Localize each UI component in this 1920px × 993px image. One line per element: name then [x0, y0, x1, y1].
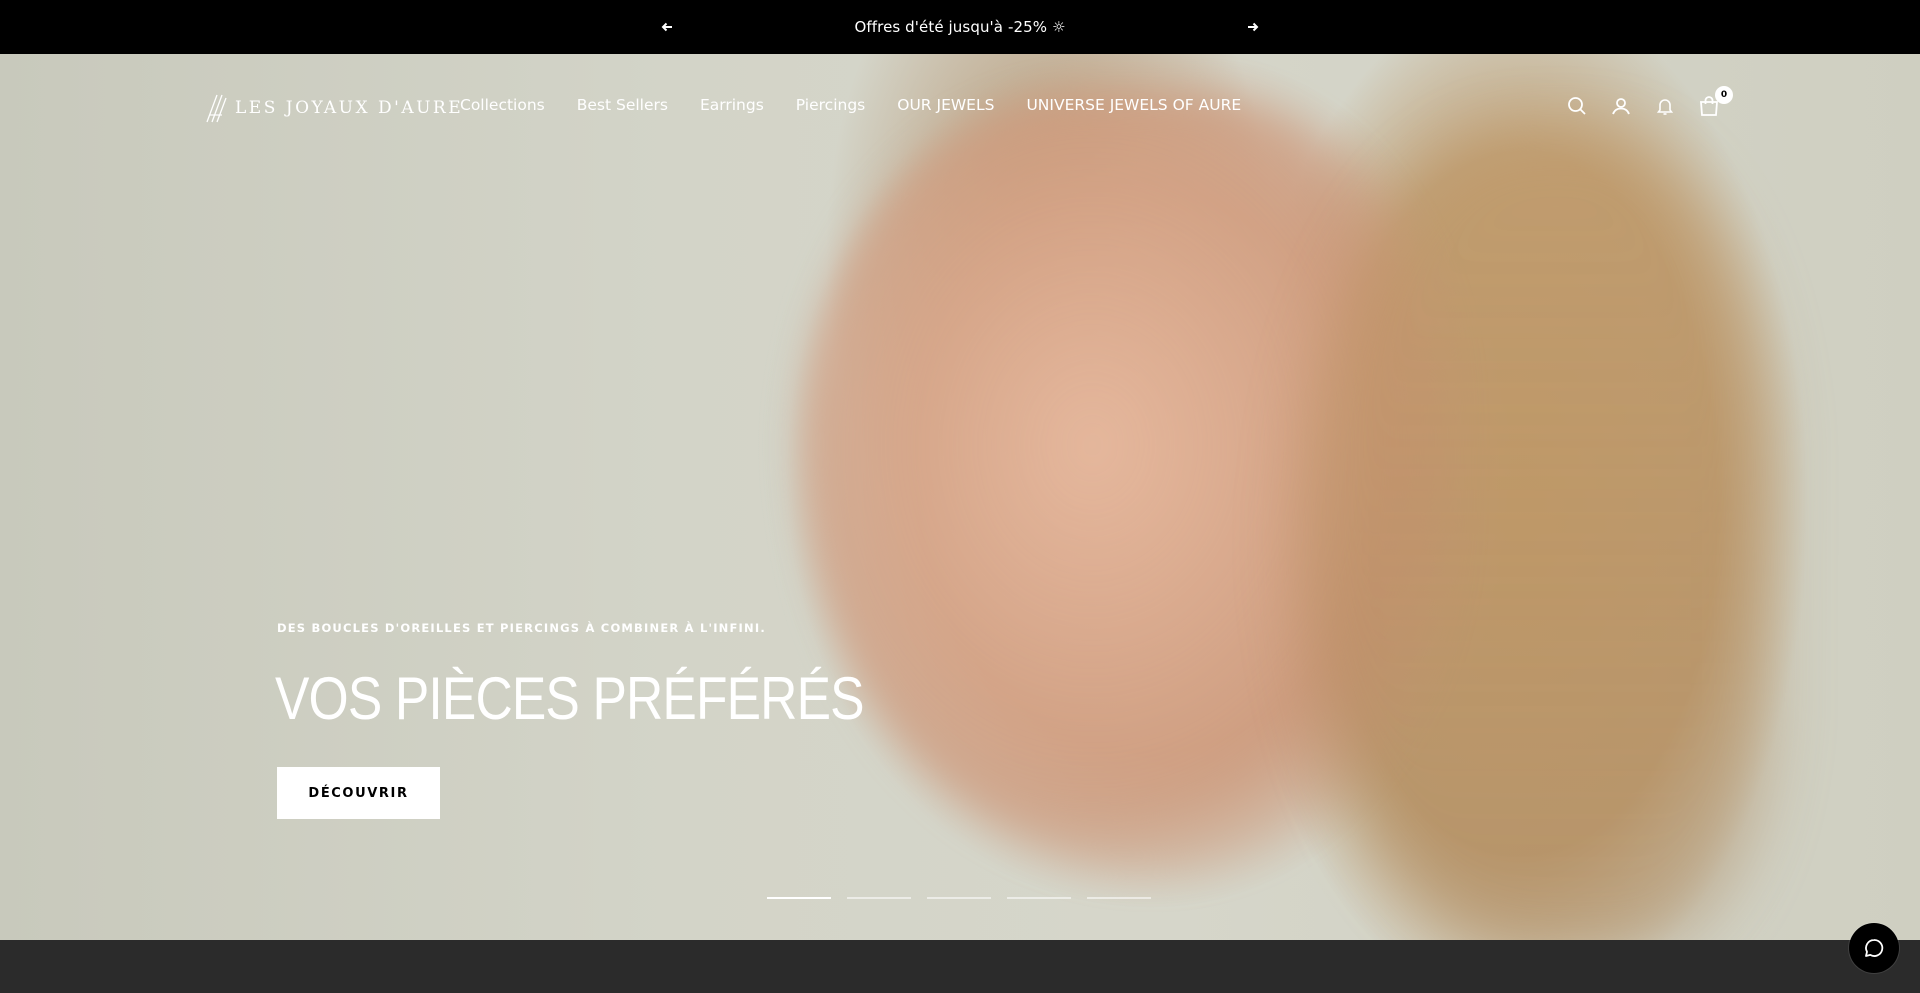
announcement-text: Offres d'été jusqu'à -25% ☼ [854, 18, 1066, 36]
cart-button[interactable]: 0 [1697, 86, 1733, 118]
nav-item-collections[interactable]: Collections [460, 96, 545, 114]
main-nav: Collections Best Sellers Earrings Pierci… [460, 96, 1273, 114]
logo-wordmark: LES JOYAUX D'AURE [235, 98, 464, 118]
account-icon [1612, 98, 1630, 115]
slide-dot-1[interactable] [767, 897, 831, 899]
arrow-left-icon [661, 22, 672, 32]
nav-item-earrings[interactable]: Earrings [700, 96, 764, 114]
hero-title: VOS PIÈCES PRÉFÉRÉS [275, 665, 865, 732]
chat-bubble-icon [1865, 939, 1884, 957]
bell-icon [1656, 99, 1674, 115]
hero-image-hair [1300, 134, 1770, 940]
slide-dot-2[interactable] [847, 897, 911, 899]
site-logo[interactable]: LES JOYAUX D'AURE [205, 92, 463, 124]
chat-button[interactable] [1849, 923, 1899, 973]
hero-subtitle: DES BOUCLES D'OREILLES ET PIERCINGS À CO… [277, 621, 766, 635]
slide-dot-5[interactable] [1087, 897, 1151, 899]
announcement-prev-button[interactable] [657, 17, 677, 37]
nav-item-universe[interactable]: UNIVERSE JEWELS OF AURE [1026, 96, 1241, 114]
nav-item-piercings[interactable]: Piercings [796, 96, 865, 114]
announcement-next-button[interactable] [1243, 17, 1263, 37]
slide-dot-4[interactable] [1007, 897, 1071, 899]
slide-dot-3[interactable] [927, 897, 991, 899]
nav-item-our-jewels[interactable]: OUR JEWELS [897, 96, 994, 114]
account-button[interactable] [1609, 94, 1633, 118]
bottom-section [0, 940, 1920, 993]
search-icon [1568, 97, 1586, 115]
site-header: LES JOYAUX D'AURE Collections Best Selle… [0, 54, 1920, 158]
discover-button[interactable]: DÉCOUVRIR [277, 767, 440, 819]
logo-mark-icon [206, 94, 227, 123]
arrow-right-icon [1248, 22, 1259, 32]
notifications-button[interactable] [1653, 94, 1677, 118]
slider-pagination [767, 897, 1151, 899]
nav-item-best-sellers[interactable]: Best Sellers [577, 96, 668, 114]
announcement-bar: Offres d'été jusqu'à -25% ☼ [0, 0, 1920, 54]
header-icons: 0 [1565, 86, 1733, 118]
cart-count-badge: 0 [1715, 86, 1733, 104]
search-button[interactable] [1565, 94, 1589, 118]
